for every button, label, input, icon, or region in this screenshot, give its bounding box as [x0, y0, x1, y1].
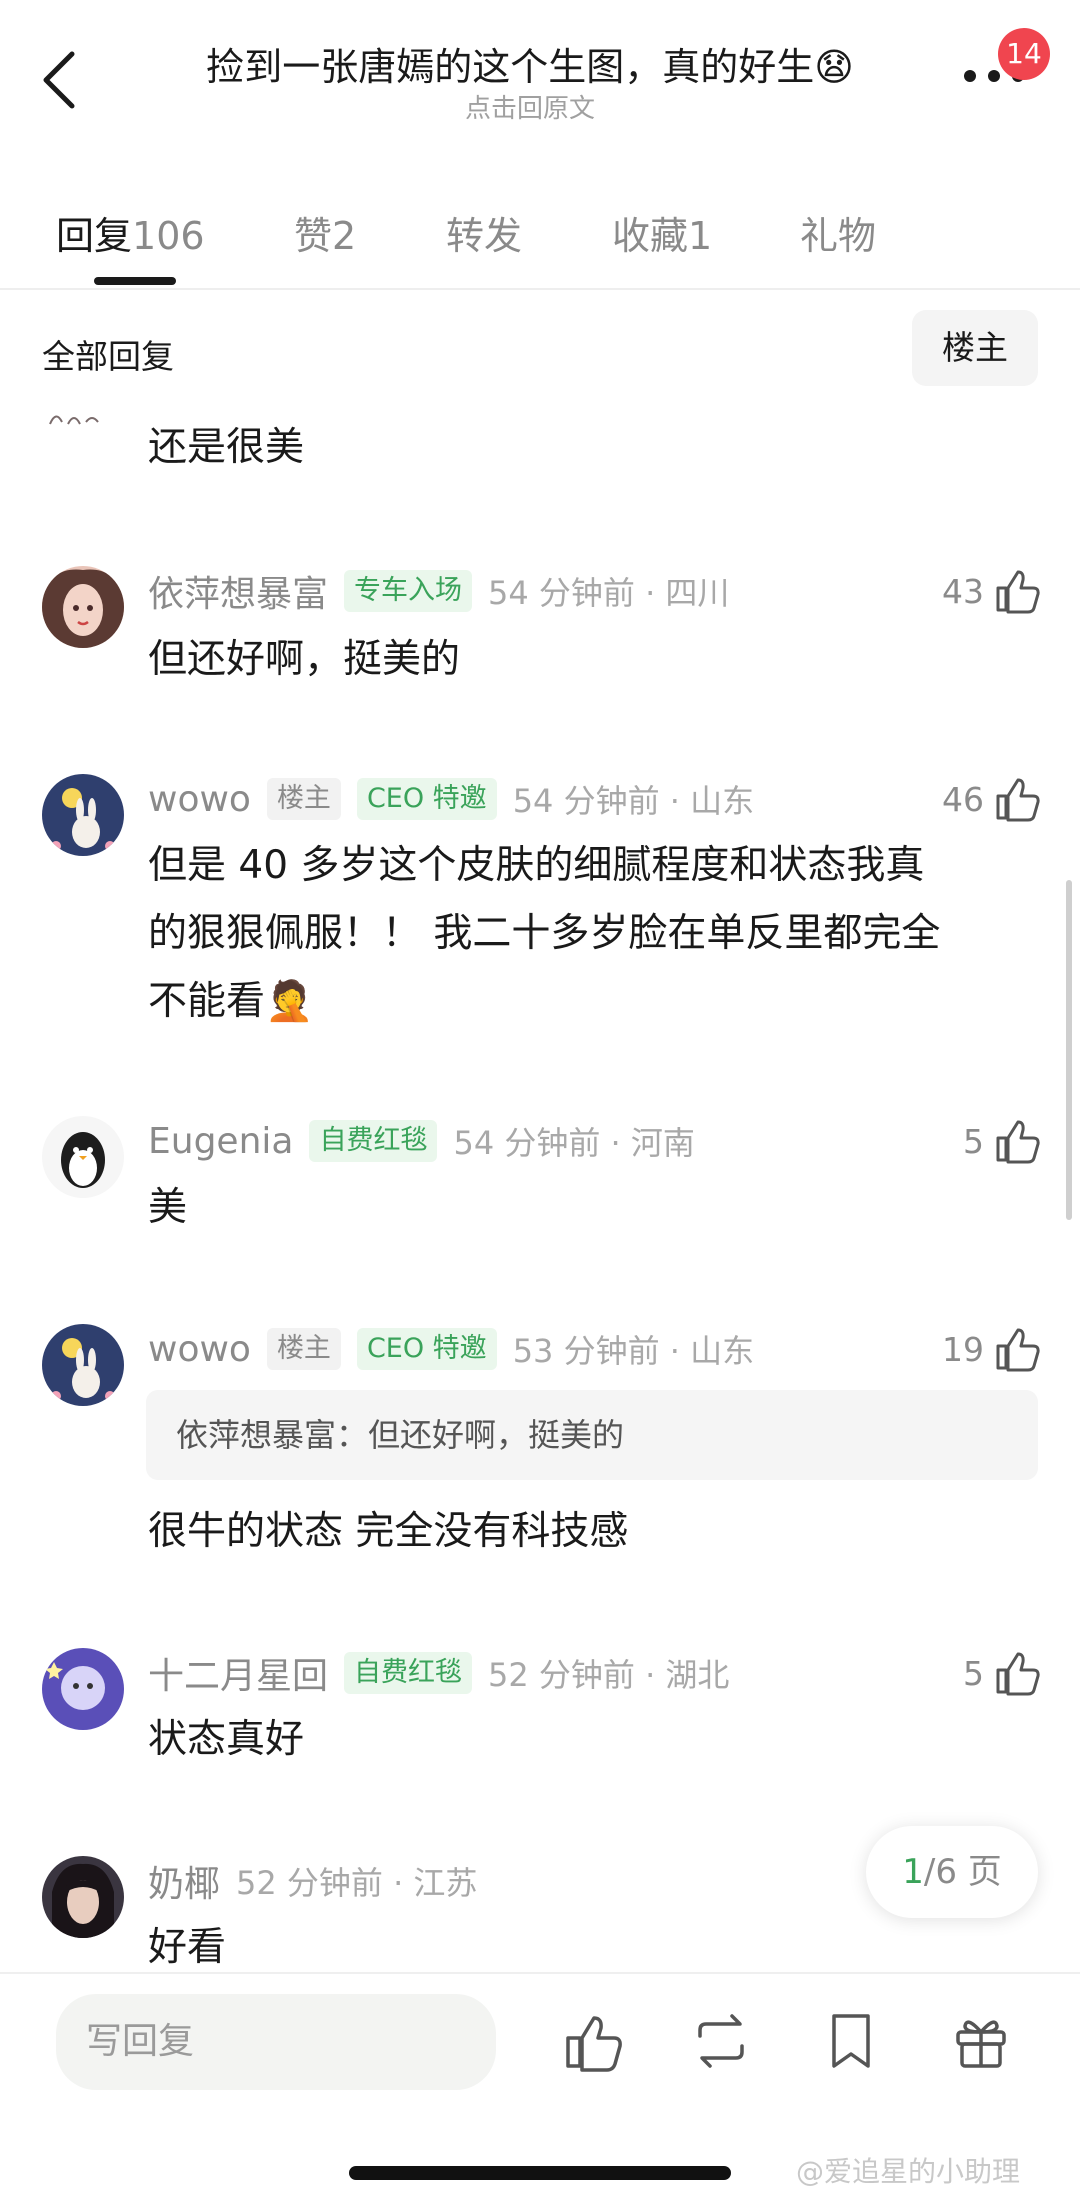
op-tag: 楼主	[266, 778, 341, 820]
view-original-link[interactable]: 点击回原文	[150, 88, 910, 125]
tab-label: 收藏	[612, 214, 689, 258]
user-avatar[interactable]	[42, 774, 124, 856]
active-tab-indicator	[94, 277, 176, 285]
username[interactable]: 十二月星回	[148, 1647, 328, 1699]
like-button[interactable]: 5	[963, 1116, 1040, 1166]
comment-time: 52 分钟前 · 江苏	[236, 1864, 478, 1902]
comment-line: 不能看🤦	[148, 979, 314, 1024]
home-indicator	[349, 2166, 731, 2180]
user-tag: CEO 特邀	[356, 1328, 497, 1370]
comment-line: 但是 40 多岁这个皮肤的细腻程度和状态我真	[148, 843, 925, 888]
comment-time: 54 分钟前 · 四川	[488, 574, 730, 612]
comment-text: 很牛的状态 完全没有科技感	[148, 1509, 629, 1554]
op-tag: 楼主	[266, 1328, 341, 1370]
like-button[interactable]: 46	[942, 774, 1040, 824]
comment-text: 美	[148, 1185, 188, 1230]
thumbs-up-icon	[996, 570, 1040, 614]
user-tag: 自费红毯	[344, 1652, 473, 1694]
user-avatar[interactable]	[42, 566, 124, 648]
comment-time: 54 分钟前 · 山东	[512, 782, 755, 820]
tab-bar: 回复106 赞2 转发 收藏1 礼物	[0, 195, 1080, 290]
tab-label: 回复	[56, 214, 133, 258]
like-count: 19	[942, 1329, 984, 1369]
user-avatar[interactable]	[42, 1324, 124, 1406]
comment-meta: 奶椰 52 分钟前 · 江苏	[148, 1856, 477, 1906]
username[interactable]: Eugenia	[148, 1121, 293, 1162]
comment-meta: wowo 楼主 CEO 特邀 54 分钟前 · 山东	[148, 774, 754, 824]
username[interactable]: 依萍想暴富	[148, 565, 328, 617]
repost-icon[interactable]	[690, 2010, 752, 2072]
current-page: 1	[902, 1852, 924, 1892]
tab-reposts[interactable]: 转发	[446, 205, 522, 260]
thumbs-up-icon	[996, 778, 1040, 822]
post-title: 捡到一张唐嫣的这个生图，真的好生😧	[206, 45, 854, 89]
reply-input[interactable]: 写回复	[56, 1994, 496, 2090]
tab-count: 106	[132, 214, 205, 258]
gift-icon[interactable]	[950, 2010, 1012, 2072]
tab-favorites[interactable]: 收藏1	[612, 205, 712, 260]
tab-likes[interactable]: 赞2	[294, 205, 356, 260]
like-button[interactable]: 5	[963, 1648, 1040, 1698]
comment-time: 54 分钟前 · 河南	[453, 1124, 695, 1162]
username[interactable]: wowo	[148, 1329, 251, 1370]
tab-count: 1	[688, 214, 713, 258]
user-tag: CEO 特邀	[356, 778, 497, 820]
top-bar: 捡到一张唐嫣的这个生图，真的好生😧 点击回原文 14	[0, 0, 1080, 150]
op-only-button[interactable]: 楼主	[912, 310, 1038, 386]
comment-text: 状态真好	[148, 1717, 305, 1762]
comment-meta: 十二月星回 自费红毯 52 分钟前 · 湖北	[148, 1648, 729, 1698]
comment-text: 还是很美	[148, 425, 305, 470]
scrollbar[interactable]	[1066, 880, 1072, 1220]
like-button[interactable]: 19	[942, 1324, 1040, 1374]
comment-text: 但还好啊，挺美的	[148, 637, 461, 682]
comment-meta: wowo 楼主 CEO 特邀 53 分钟前 · 山东	[148, 1324, 754, 1374]
like-count: 5	[963, 1121, 984, 1161]
like-count: 43	[942, 571, 984, 611]
comment-time: 53 分钟前 · 山东	[512, 1332, 755, 1370]
user-tag: 自费红毯	[309, 1120, 438, 1162]
avatar-partial	[49, 415, 99, 425]
user-avatar[interactable]	[42, 1648, 124, 1730]
user-avatar[interactable]	[42, 1856, 124, 1938]
user-avatar[interactable]	[42, 1116, 124, 1198]
tab-label: 转发	[446, 214, 523, 258]
comment-text: 但是 40 多岁这个皮肤的细腻程度和状态我真 的狠狠佩服！！ 我二十多岁脸在单反…	[148, 832, 1028, 1036]
thumbs-up-icon	[996, 1652, 1040, 1696]
comment-meta: Eugenia 自费红毯 54 分钟前 · 河南	[148, 1116, 695, 1166]
notification-badge[interactable]: 14	[998, 28, 1050, 80]
tab-gifts[interactable]: 礼物	[800, 205, 876, 260]
comment-time: 52 分钟前 · 湖北	[488, 1656, 730, 1694]
tab-label: 赞	[294, 214, 333, 258]
comment-meta: 依萍想暴富 专车入场 54 分钟前 · 四川	[148, 566, 729, 616]
all-replies-label: 全部回复	[42, 337, 174, 376]
comment-line: 的狠狠佩服！！ 我二十多岁脸在单反里都完全	[148, 911, 941, 956]
total-pages: /6 页	[923, 1852, 1002, 1892]
username[interactable]: wowo	[148, 779, 251, 820]
tab-label: 礼物	[800, 214, 877, 258]
like-count: 46	[942, 779, 984, 819]
user-tag: 专车入场	[344, 570, 473, 612]
bookmark-icon[interactable]	[820, 2010, 882, 2072]
tab-replies[interactable]: 回复106	[56, 205, 205, 260]
watermark: @爱追星的小助理	[796, 2155, 1021, 2188]
like-button[interactable]: 43	[942, 566, 1040, 616]
thumbs-up-icon	[996, 1120, 1040, 1164]
back-arrow-icon[interactable]	[38, 48, 82, 112]
tab-count: 2	[332, 214, 357, 258]
username[interactable]: 奶椰	[148, 1855, 220, 1907]
quoted-reply[interactable]: 依萍想暴富：但还好啊，挺美的	[146, 1390, 1038, 1480]
thumbs-up-icon	[996, 1328, 1040, 1372]
like-count: 5	[963, 1653, 984, 1693]
like-icon[interactable]	[562, 2010, 624, 2072]
page-indicator[interactable]: 1/6 页	[866, 1826, 1038, 1918]
